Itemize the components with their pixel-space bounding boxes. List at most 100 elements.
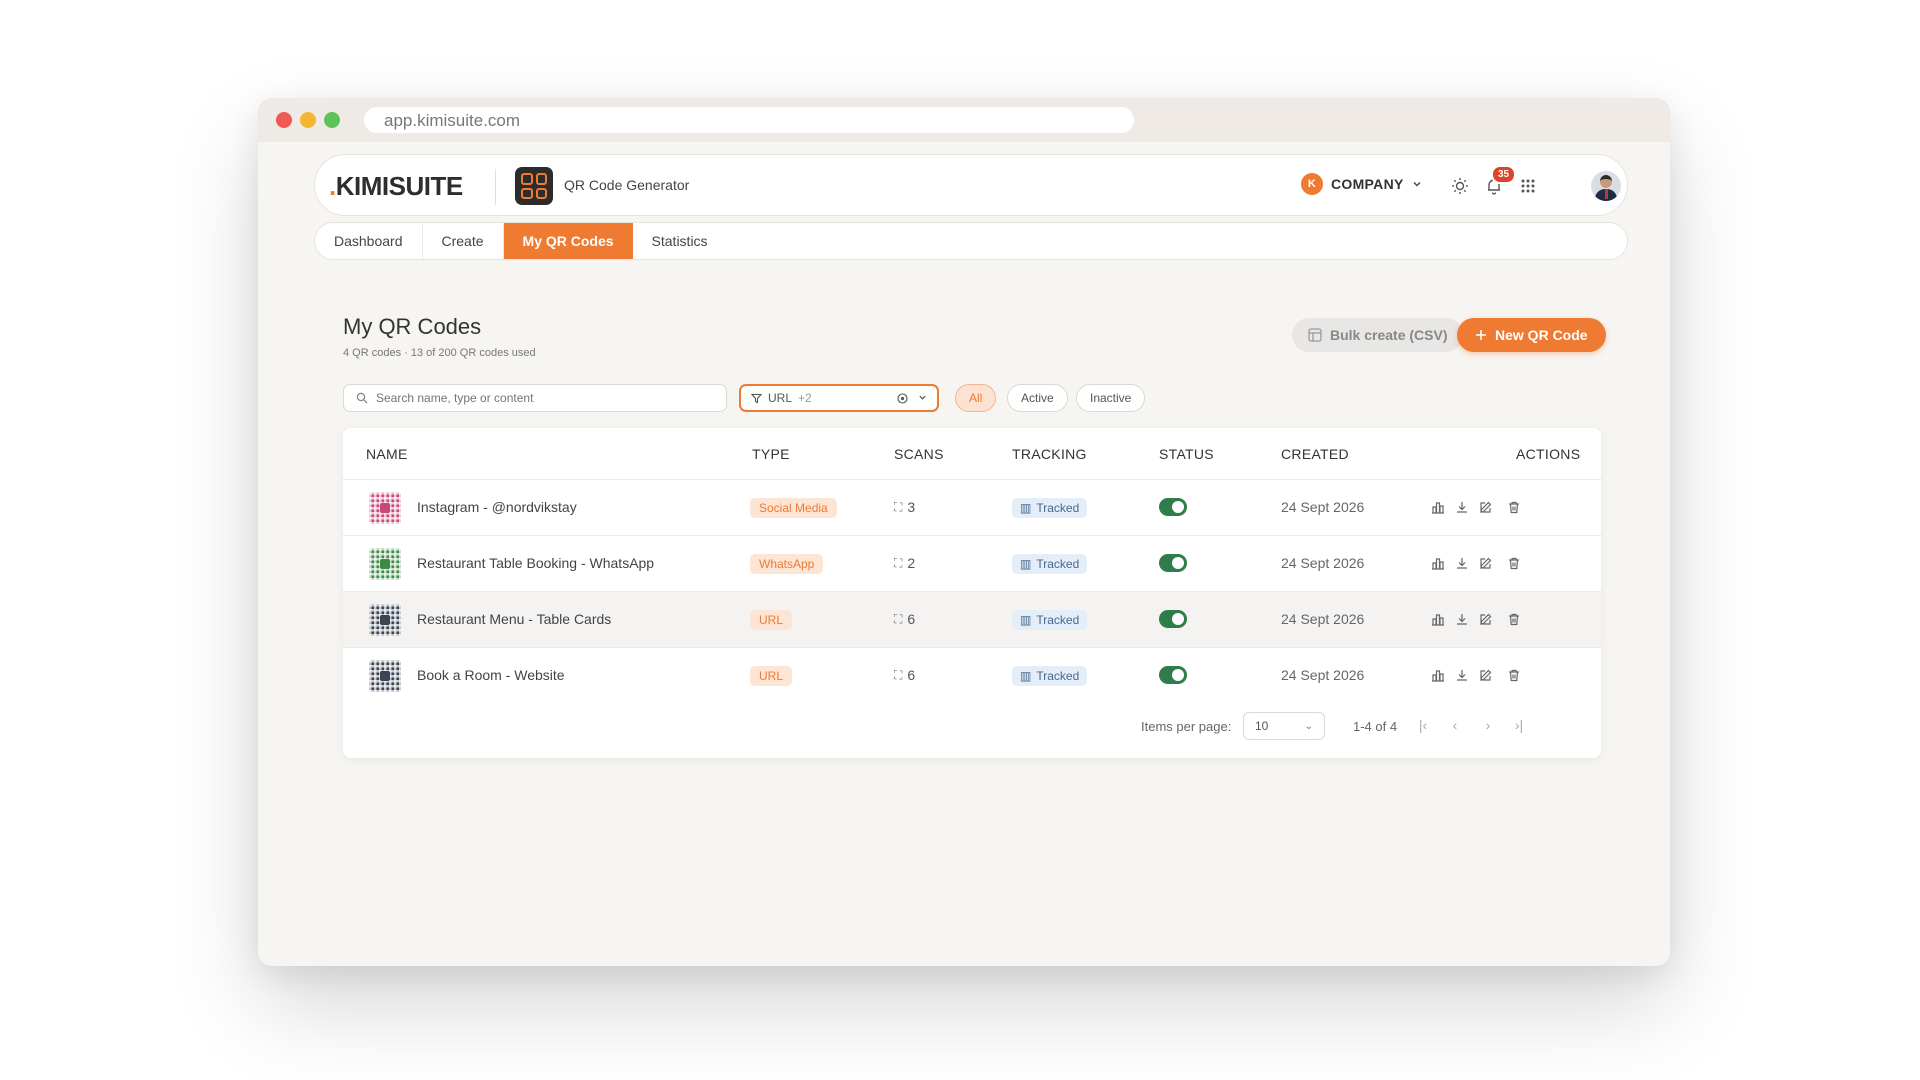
type-badge: Social Media — [750, 498, 837, 518]
app-header: .KIMISUITE QR Code Generator K COMPANY 3… — [314, 154, 1628, 216]
chart-icon[interactable] — [1429, 610, 1447, 628]
clear-filter-icon[interactable] — [897, 392, 908, 404]
minimize-window-button[interactable] — [300, 112, 316, 128]
col-actions: ACTIONS — [1516, 446, 1581, 462]
bulk-create-label: Bulk create (CSV) — [1330, 327, 1448, 343]
bulk-create-button[interactable]: Bulk create (CSV) — [1292, 318, 1464, 352]
edit-icon[interactable] — [1477, 554, 1495, 572]
chart-icon[interactable] — [1429, 498, 1447, 516]
edit-icon[interactable] — [1477, 610, 1495, 628]
scan-icon: ⛶ — [894, 667, 903, 682]
type-filter-value: URL — [768, 391, 793, 405]
qr-name[interactable]: Restaurant Table Booking - WhatsApp — [417, 555, 654, 571]
created-date: 24 Sept 2026 — [1281, 611, 1365, 627]
download-icon[interactable] — [1453, 666, 1471, 684]
new-qr-code-label: New QR Code — [1495, 327, 1588, 343]
kimisuite-logo[interactable]: .KIMISUITE — [329, 171, 463, 202]
search-icon — [356, 392, 368, 404]
trash-icon[interactable] — [1505, 610, 1523, 628]
plus-icon — [1476, 330, 1486, 340]
col-type[interactable]: TYPE — [752, 446, 790, 462]
col-tracking[interactable]: TRACKING — [1012, 446, 1087, 462]
tracking-badge: ▥ Tracked — [1012, 554, 1088, 574]
scan-icon: ⛶ — [894, 611, 903, 626]
col-created[interactable]: CREATED — [1281, 446, 1349, 462]
tab-create[interactable]: Create — [423, 223, 504, 259]
prev-page-icon[interactable]: ‹ — [1446, 717, 1464, 733]
table-row[interactable]: Restaurant Table Booking - WhatsApp What… — [343, 536, 1601, 592]
search-input[interactable] — [376, 391, 706, 405]
col-name[interactable]: NAME — [366, 446, 408, 462]
apps-grid-icon[interactable] — [1515, 173, 1541, 199]
next-page-icon[interactable]: › — [1479, 717, 1497, 733]
items-per-page-label: Items per page: — [1141, 719, 1232, 734]
company-switcher[interactable]: K COMPANY — [1301, 173, 1422, 195]
new-qr-code-button[interactable]: New QR Code — [1457, 318, 1606, 352]
type-filter-select[interactable]: URL +2 — [739, 384, 939, 412]
search-box[interactable] — [343, 384, 727, 412]
qr-thumbnail[interactable] — [369, 548, 401, 580]
table-row[interactable]: Restaurant Menu - Table Cards URL ⛶ 6 ▥ Tr… — [343, 592, 1601, 648]
type-badge: URL — [750, 666, 793, 686]
close-window-button[interactable] — [276, 112, 292, 128]
chart-icon[interactable] — [1429, 554, 1447, 572]
edit-icon[interactable] — [1477, 666, 1495, 684]
chip-all[interactable]: All — [955, 384, 997, 412]
tab-dashboard[interactable]: Dashboard — [315, 223, 423, 259]
qr-codes-table: NAME TYPE SCANS TRACKING STATUS CREATED … — [343, 428, 1601, 758]
edit-icon[interactable] — [1477, 498, 1495, 516]
qr-app-icon — [515, 167, 553, 205]
table-row[interactable]: Book a Room - Website URL ⛶ 6 ▥ Tracked 24… — [343, 648, 1601, 704]
qr-thumbnail[interactable] — [369, 660, 401, 692]
tracking-badge: ▥ Tracked — [1012, 498, 1088, 518]
last-page-icon[interactable]: ›| — [1510, 717, 1528, 733]
trash-icon[interactable] — [1505, 498, 1523, 516]
chart-icon: ▥ — [1020, 501, 1032, 515]
status-toggle[interactable] — [1159, 498, 1187, 516]
qr-name[interactable]: Restaurant Menu - Table Cards — [417, 611, 611, 627]
tab-my-qr-codes[interactable]: My QR Codes — [503, 223, 633, 259]
status-toggle[interactable] — [1159, 610, 1187, 628]
items-per-page-value: 10 — [1255, 719, 1269, 733]
created-date: 24 Sept 2026 — [1281, 555, 1365, 571]
page-title: My QR Codes — [343, 314, 482, 339]
type-filter-more: +2 — [798, 391, 812, 405]
qr-thumbnail[interactable] — [369, 492, 401, 524]
first-page-icon[interactable]: |‹ — [1414, 717, 1432, 733]
scan-count: ⛶ 3 — [894, 499, 916, 515]
tab-statistics[interactable]: Statistics — [633, 223, 727, 259]
qr-name[interactable]: Book a Room - Website — [417, 667, 565, 683]
table-icon — [1308, 328, 1322, 342]
browser-titlebar: app.kimisuite.com — [258, 98, 1670, 142]
qr-thumbnail[interactable] — [369, 604, 401, 636]
download-icon[interactable] — [1453, 498, 1471, 516]
chevron-down-icon: ⌄ — [1304, 720, 1313, 732]
qr-name[interactable]: Instagram - @nordvikstay — [417, 499, 577, 515]
download-icon[interactable] — [1453, 554, 1471, 572]
chart-icon[interactable] — [1429, 666, 1447, 684]
table-row[interactable]: Instagram - @nordvikstay Social Media ⛶ 3… — [343, 480, 1601, 536]
chevron-down-icon[interactable] — [918, 393, 927, 402]
address-bar[interactable]: app.kimisuite.com — [364, 107, 1134, 133]
trash-icon[interactable] — [1505, 666, 1523, 684]
chip-active[interactable]: Active — [1007, 384, 1068, 412]
page-range: 1-4 of 4 — [1353, 719, 1398, 734]
scan-count: ⛶ 6 — [894, 611, 916, 627]
chart-icon: ▥ — [1020, 557, 1032, 571]
col-scans[interactable]: SCANS — [894, 446, 944, 462]
chip-inactive[interactable]: Inactive — [1076, 384, 1146, 412]
status-toggle[interactable] — [1159, 666, 1187, 684]
browser-window: app.kimisuite.com .KIMISUITE QR Code Gen… — [258, 98, 1670, 966]
type-badge: WhatsApp — [750, 554, 824, 574]
main-tabs: Dashboard Create My QR Codes Statistics — [314, 222, 1628, 260]
download-icon[interactable] — [1453, 610, 1471, 628]
status-toggle[interactable] — [1159, 554, 1187, 572]
sun-icon[interactable] — [1447, 173, 1473, 199]
scan-icon: ⛶ — [894, 555, 903, 570]
user-avatar[interactable] — [1591, 171, 1621, 201]
trash-icon[interactable] — [1505, 554, 1523, 572]
col-status[interactable]: STATUS — [1159, 446, 1214, 462]
items-per-page-select[interactable]: 10 ⌄ — [1243, 712, 1325, 740]
maximize-window-button[interactable] — [324, 112, 340, 128]
chart-icon: ▥ — [1020, 669, 1032, 683]
